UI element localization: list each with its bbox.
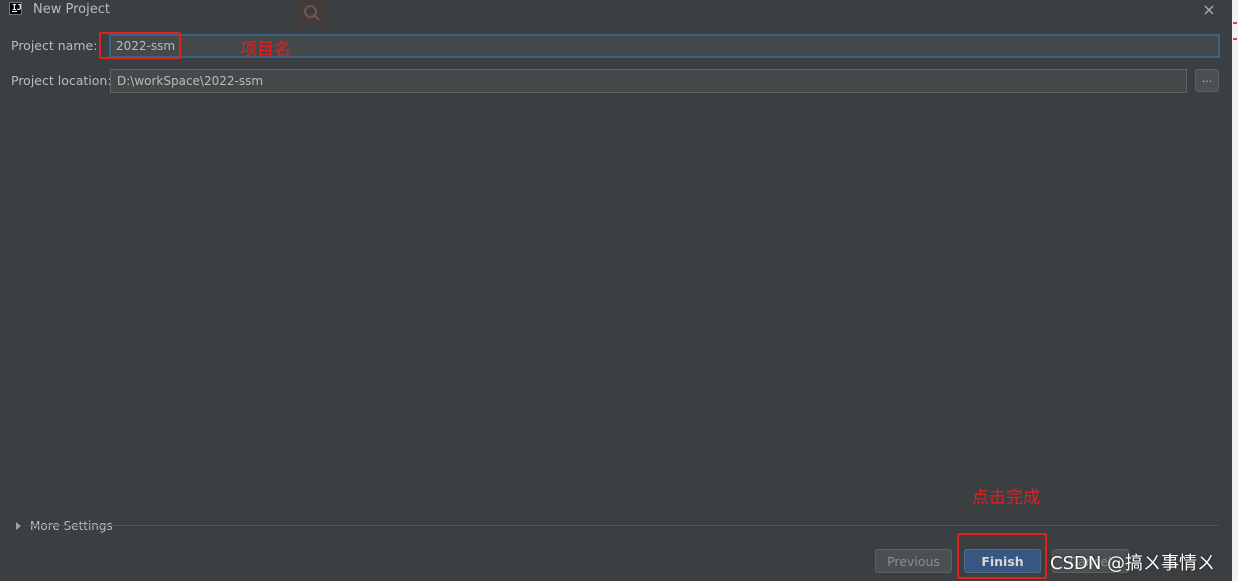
project-location-label: Project location: <box>11 73 112 88</box>
window-title: New Project <box>33 2 110 17</box>
edge-mark <box>1233 22 1237 24</box>
close-icon[interactable] <box>1201 2 1217 18</box>
divider <box>28 525 1218 526</box>
intellij-logo-icon: IJ <box>9 2 22 15</box>
csdn-watermark: CSDN @搞ㄨ事情ㄨ <box>1050 553 1216 574</box>
search-icon <box>296 0 328 26</box>
background-page-edge <box>1232 0 1238 581</box>
project-location-value: D:\workSpace\2022-ssm <box>117 74 264 88</box>
project-name-label: Project name: <box>11 38 98 53</box>
more-settings-label: More Settings <box>30 519 113 533</box>
finish-highlight <box>957 533 1047 579</box>
browse-button[interactable]: ... <box>1195 69 1219 92</box>
finish-annotation: 点击完成 <box>972 488 1040 508</box>
new-project-dialog: IJ New Project Project name: 2022-ssm 项目… <box>0 0 1238 581</box>
title-bar: IJ New Project <box>0 0 1232 26</box>
more-settings-toggle[interactable]: More Settings <box>16 517 113 535</box>
project-location-input[interactable]: D:\workSpace\2022-ssm <box>110 69 1187 93</box>
project-name-highlight <box>99 32 181 59</box>
expand-triangle-icon <box>16 522 21 530</box>
previous-button[interactable]: Previous <box>875 549 952 573</box>
edge-mark <box>1233 38 1237 40</box>
project-name-annotation: 项目名 <box>240 40 291 60</box>
